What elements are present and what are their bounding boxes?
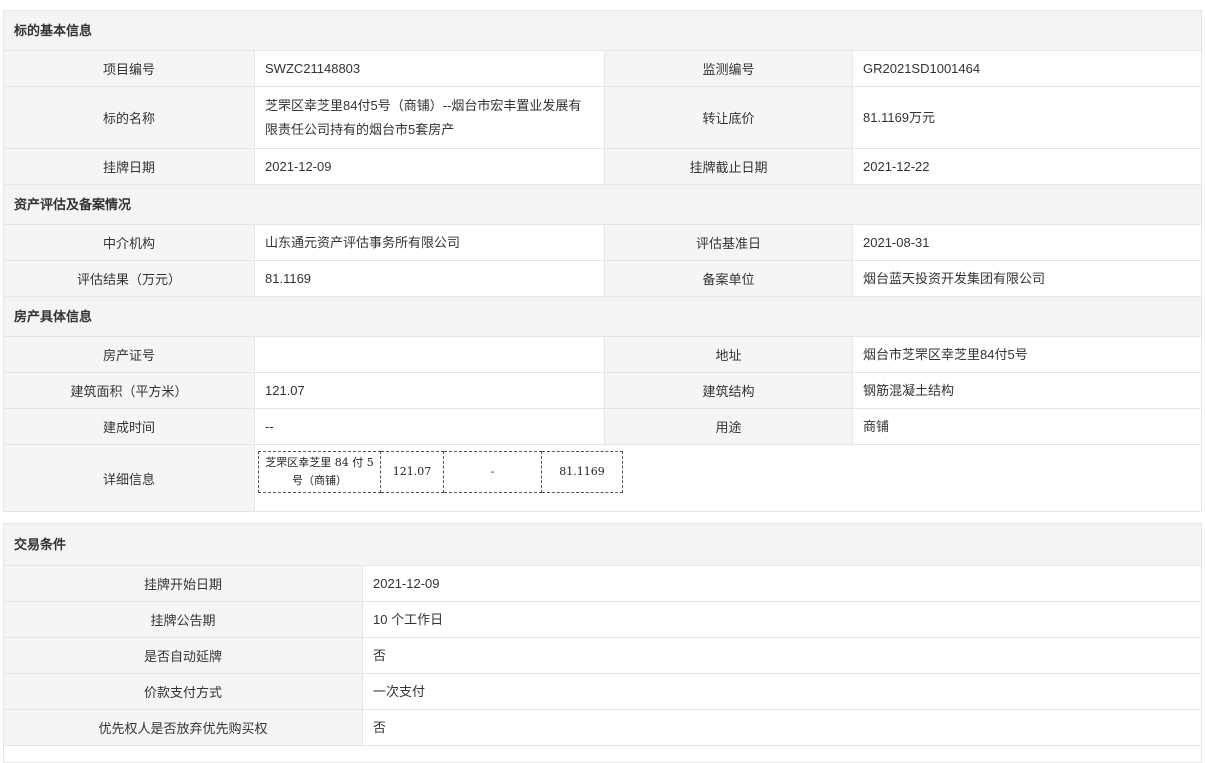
- trade-label: 价款支付方式: [4, 674, 362, 709]
- detail-table: 芝罘区幸芝里 84 付 5 号（商铺） 121.07 - 81.1169: [258, 451, 623, 493]
- trade-label: 是否自动延牌: [4, 638, 362, 673]
- agency-value: 山东通元资产评估事务所有限公司: [254, 225, 604, 260]
- detail-area-cell: 121.07: [380, 451, 444, 493]
- table-row: 建成时间 -- 用途 商铺: [4, 409, 1201, 445]
- cert-value: [254, 337, 604, 372]
- table-row: 价款支付方式 一次支付: [4, 674, 1201, 710]
- trade-label: 优先权人是否放弃优先购买权: [4, 710, 362, 745]
- trade-value: 否: [362, 710, 1201, 745]
- area-value: 121.07: [254, 373, 604, 408]
- table-row: 房产证号 地址 烟台市芝罘区幸芝里84付5号: [4, 337, 1201, 373]
- detail-value: 芝罘区幸芝里 84 付 5 号（商铺） 121.07 - 81.1169: [254, 445, 1201, 511]
- table-row: 详细信息 芝罘区幸芝里 84 付 5 号（商铺） 121.07 - 81.116…: [4, 445, 1201, 511]
- project-no-label: 项目编号: [4, 51, 254, 86]
- table-row: 挂牌开始日期 2021-12-09: [4, 566, 1201, 602]
- built-label: 建成时间: [4, 409, 254, 444]
- record-unit-value: 烟台蓝天投资开发集团有限公司: [852, 261, 1201, 296]
- detail-value-cell: 81.1169: [541, 451, 623, 493]
- table-row: 是否自动延牌 否: [4, 638, 1201, 674]
- table-row: 中介机构 山东通元资产评估事务所有限公司 评估基准日 2021-08-31: [4, 225, 1201, 261]
- trade-value: 10 个工作日: [362, 602, 1201, 637]
- table-row: 建筑面积（平方米） 121.07 建筑结构 钢筋混凝土结构: [4, 373, 1201, 409]
- table-row: 挂牌公告期 10 个工作日: [4, 602, 1201, 638]
- result-value: 81.1169: [254, 261, 604, 296]
- agency-label: 中介机构: [4, 225, 254, 260]
- asset-info-panel: 标的基本信息 项目编号 SWZC21148803 监测编号 GR2021SD10…: [3, 10, 1202, 512]
- project-no-value: SWZC21148803: [254, 51, 604, 86]
- result-label: 评估结果（万元）: [4, 261, 254, 296]
- structure-label: 建筑结构: [604, 373, 852, 408]
- table-row: 评估结果（万元） 81.1169 备案单位 烟台蓝天投资开发集团有限公司: [4, 261, 1201, 297]
- monitor-no-value: GR2021SD1001464: [852, 51, 1201, 86]
- section-property-title: 房产具体信息: [4, 297, 1201, 337]
- trade-value: 否: [362, 638, 1201, 673]
- table-row: 标的名称 芝罘区幸芝里84付5号（商铺）--烟台市宏丰置业发展有限责任公司持有的…: [4, 87, 1201, 149]
- item-name-value: 芝罘区幸芝里84付5号（商铺）--烟台市宏丰置业发展有限责任公司持有的烟台市5套…: [254, 87, 604, 148]
- detail-dash-cell: -: [443, 451, 542, 493]
- built-value: --: [254, 409, 604, 444]
- trade-value: 2021-12-09: [362, 566, 1201, 601]
- deadline-label: 挂牌截止日期: [604, 149, 852, 184]
- table-row: 项目编号 SWZC21148803 监测编号 GR2021SD1001464: [4, 51, 1201, 87]
- section-basic-title: 标的基本信息: [4, 11, 1201, 51]
- table-row: 挂牌日期 2021-12-09 挂牌截止日期 2021-12-22: [4, 149, 1201, 185]
- section-trade-title: 交易条件: [4, 524, 1201, 566]
- usage-label: 用途: [604, 409, 852, 444]
- record-unit-label: 备案单位: [604, 261, 852, 296]
- price-value: 81.1169万元: [852, 87, 1201, 148]
- item-name-label: 标的名称: [4, 87, 254, 148]
- address-label: 地址: [604, 337, 852, 372]
- address-value: 烟台市芝罘区幸芝里84付5号: [852, 337, 1201, 372]
- trade-value: 一次支付: [362, 674, 1201, 709]
- trade-label: 挂牌公告期: [4, 602, 362, 637]
- deadline-value: 2021-12-22: [852, 149, 1201, 184]
- cert-label: 房产证号: [4, 337, 254, 372]
- section-assessment-title: 资产评估及备案情况: [4, 185, 1201, 225]
- area-label: 建筑面积（平方米）: [4, 373, 254, 408]
- list-date-value: 2021-12-09: [254, 149, 604, 184]
- structure-value: 钢筋混凝土结构: [852, 373, 1201, 408]
- usage-value: 商铺: [852, 409, 1201, 444]
- detail-label: 详细信息: [4, 445, 254, 511]
- detail-table-row: 芝罘区幸芝里 84 付 5 号（商铺） 121.07 - 81.1169: [258, 451, 623, 493]
- list-date-label: 挂牌日期: [4, 149, 254, 184]
- base-date-label: 评估基准日: [604, 225, 852, 260]
- table-row: 优先权人是否放弃优先购买权 否: [4, 710, 1201, 746]
- detail-name-cell: 芝罘区幸芝里 84 付 5 号（商铺）: [258, 451, 381, 493]
- base-date-value: 2021-08-31: [852, 225, 1201, 260]
- trade-conditions-panel: 交易条件 挂牌开始日期 2021-12-09 挂牌公告期 10 个工作日 是否自…: [3, 523, 1202, 763]
- price-label: 转让底价: [604, 87, 852, 148]
- monitor-no-label: 监测编号: [604, 51, 852, 86]
- trade-label: 挂牌开始日期: [4, 566, 362, 601]
